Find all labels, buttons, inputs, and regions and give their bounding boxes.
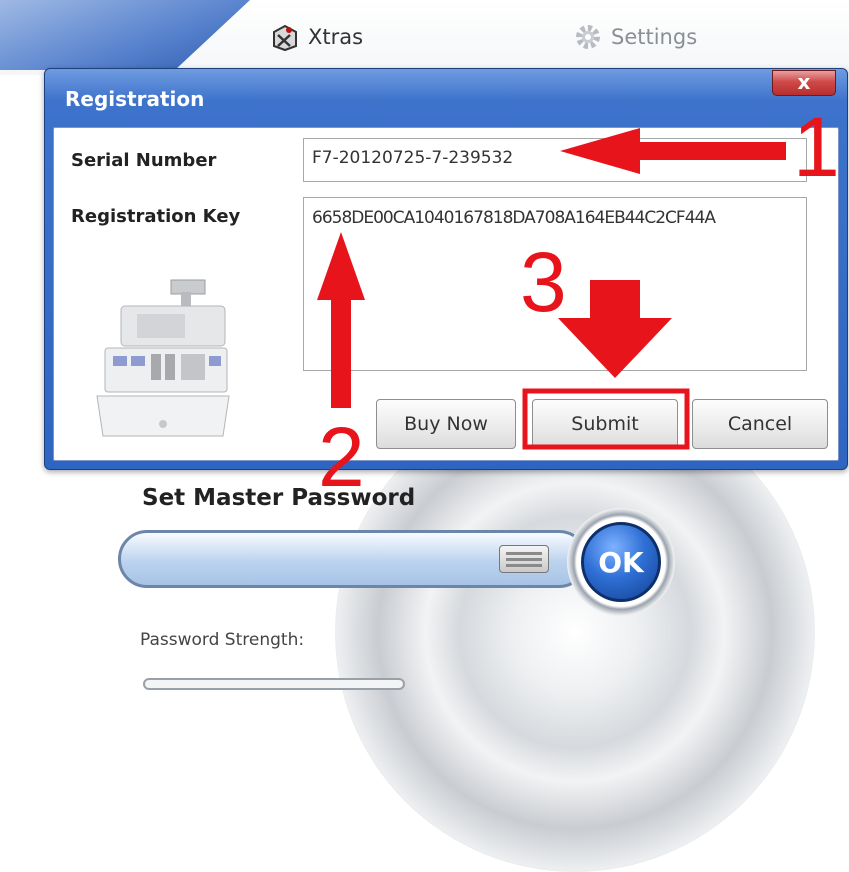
master-password-title: Set Master Password [142, 485, 416, 511]
buy-now-button[interactable]: Buy Now [376, 399, 516, 449]
keyboard-icon[interactable] [499, 545, 549, 573]
nav-xtras-label: Xtras [308, 25, 364, 49]
app-header: Xtras Settings [0, 0, 849, 75]
close-button[interactable]: x [772, 70, 836, 96]
step-3-number: 3 [520, 235, 567, 329]
gear-icon [576, 25, 600, 49]
serial-number-field[interactable]: F7-20120725-7-239532 [303, 138, 807, 182]
submit-button[interactable]: Submit [532, 399, 678, 449]
step-2-number: 2 [318, 410, 365, 504]
dialog-title: Registration [65, 87, 205, 111]
nav-settings-label: Settings [611, 25, 698, 49]
header-swoosh [0, 0, 250, 70]
ok-button[interactable]: OK [581, 522, 661, 602]
cash-register-icon [96, 279, 230, 437]
step-1-number: 1 [793, 100, 840, 194]
xtras-icon [273, 24, 297, 52]
password-strength-label: Password Strength: [140, 630, 305, 650]
cancel-button[interactable]: Cancel [692, 399, 828, 449]
password-strength-bar [143, 678, 405, 690]
serial-number-label: Serial Number [71, 150, 217, 171]
nav-xtras[interactable]: Xtras [270, 22, 363, 52]
registration-key-label: Registration Key [71, 206, 241, 227]
nav-settings[interactable]: Settings [573, 22, 697, 52]
